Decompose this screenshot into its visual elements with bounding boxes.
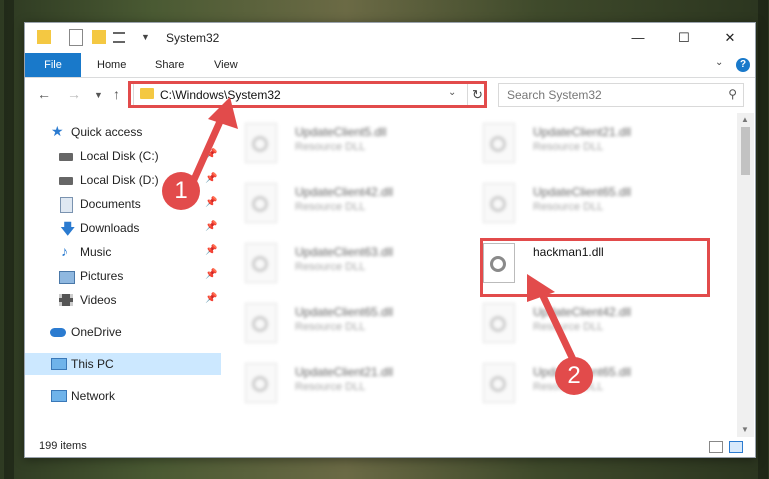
drive-icon [59, 153, 73, 161]
dll-file-icon [483, 363, 515, 403]
chevron-down-icon[interactable]: ⌄ [715, 57, 723, 68]
search-icon[interactable]: ⚲ [728, 87, 737, 101]
pin-icon[interactable]: 📌 [205, 221, 217, 232]
pin-icon[interactable]: 📌 [205, 245, 217, 256]
details-view-icon[interactable] [709, 441, 723, 453]
tab-view[interactable]: View [214, 53, 238, 77]
music-note-icon: ♪ [61, 243, 68, 259]
documents-icon [60, 197, 73, 213]
background-tree [4, 0, 14, 479]
minimize-button[interactable]: — [615, 23, 661, 53]
properties-icon[interactable] [69, 29, 83, 46]
scroll-up-icon[interactable]: ▲ [741, 115, 749, 124]
dll-file-icon [245, 303, 277, 343]
recent-locations-icon[interactable]: ▼ [94, 90, 103, 100]
file-name: UpdateClient63.dll [295, 245, 394, 259]
file-type: Resource DLL [295, 321, 366, 333]
maximize-button[interactable]: ☐ [661, 23, 707, 53]
sidebar-item-label: Local Disk (D:) [80, 173, 159, 187]
dll-file-icon [483, 123, 515, 163]
dll-file-icon [245, 243, 277, 283]
step-badge-1: 1 [162, 172, 200, 210]
file-name: UpdateClient5.dll [295, 125, 387, 139]
film-icon [59, 294, 73, 306]
tab-file[interactable]: File [25, 53, 81, 77]
list-item[interactable]: UpdateClient5.dll Resource DLL [225, 119, 445, 171]
new-folder-icon[interactable] [92, 30, 106, 44]
quick-access-menu-icon[interactable] [113, 32, 125, 43]
file-name: UpdateClient21.dll [533, 125, 632, 139]
large-icons-view-icon[interactable] [729, 441, 743, 453]
item-count: 199 items [39, 440, 87, 452]
sidebar-item-downloads[interactable]: 🡇 Downloads 📌 [25, 217, 221, 239]
monitor-icon [51, 358, 67, 370]
list-item[interactable]: UpdateClient21.dll Resource DLL [463, 119, 683, 171]
sidebar-item-music[interactable]: ♪ Music 📌 [25, 241, 221, 263]
sidebar-item-videos[interactable]: Videos 📌 [25, 289, 221, 311]
sidebar-item-onedrive[interactable]: OneDrive [25, 321, 221, 343]
list-item[interactable]: UpdateClient21.dll Resource DLL [225, 359, 445, 411]
sidebar-item-label: OneDrive [71, 325, 122, 339]
background-tree [758, 0, 768, 479]
file-type: Resource DLL [295, 261, 366, 273]
sidebar-item-network[interactable]: Network [25, 385, 221, 407]
ribbon: File Home Share View ⌄ ? [25, 53, 755, 78]
dll-file-icon [245, 363, 277, 403]
sidebar-item-label: Network [71, 389, 116, 403]
up-arrow-icon[interactable]: ↑ [113, 86, 120, 102]
sidebar-item-label: Downloads [80, 221, 140, 235]
sidebar-item-pictures[interactable]: Pictures 📌 [25, 265, 221, 287]
dll-file-icon [483, 303, 515, 343]
customize-toolbar-icon[interactable]: ▼ [141, 32, 150, 50]
drive-icon [59, 177, 73, 185]
folder-icon[interactable] [37, 30, 51, 44]
sidebar-item-label: Quick access [71, 125, 143, 139]
forward-arrow-icon[interactable]: → [67, 86, 81, 102]
tab-share[interactable]: Share [155, 53, 184, 77]
download-arrow-icon: 🡇 [60, 221, 76, 238]
sidebar-item-label: Local Disk (C:) [80, 149, 159, 163]
scrollbar-thumb[interactable] [741, 127, 750, 175]
file-name: UpdateClient42.dll [295, 185, 394, 199]
scroll-down-icon[interactable]: ▼ [741, 425, 749, 434]
sidebar-item-label: Videos [80, 293, 117, 307]
file-name: UpdateClient65.dll [533, 185, 632, 199]
cloud-icon [50, 328, 66, 337]
list-item[interactable]: UpdateClient65.dll Resource DLL [225, 299, 445, 351]
tab-home[interactable]: Home [97, 53, 126, 77]
search-placeholder: Search System32 [507, 88, 602, 102]
close-button[interactable]: ✕ [707, 23, 753, 53]
dll-file-icon [483, 183, 515, 223]
file-type: Resource DLL [295, 201, 366, 213]
sidebar-item-this-pc[interactable]: This PC [25, 353, 221, 375]
file-type: Resource DLL [295, 141, 366, 153]
sidebar-item-label: Documents [80, 197, 141, 211]
network-icon [51, 390, 67, 402]
file-type: Resource DLL [533, 141, 604, 153]
file-type: Resource DLL [533, 201, 604, 213]
list-item[interactable]: UpdateClient65.dll Resource DLL [463, 179, 683, 231]
sidebar-item-label: This PC [71, 357, 114, 371]
list-item[interactable]: UpdateClient42.dll Resource DLL [225, 179, 445, 231]
sidebar-item-label: Pictures [80, 269, 124, 283]
list-item[interactable]: UpdateClient63.dll Resource DLL [225, 239, 445, 291]
pin-icon[interactable]: 📌 [205, 269, 217, 280]
file-name: UpdateClient21.dll [295, 365, 394, 379]
file-type: Resource DLL [295, 381, 366, 393]
title-bar: ▼ System32 — ☐ ✕ [25, 23, 755, 53]
search-input[interactable]: Search System32 ⚲ [498, 83, 744, 107]
window-title: System32 [166, 31, 220, 45]
pin-icon[interactable]: 📌 [205, 293, 217, 304]
file-name: UpdateClient65.dll [295, 305, 394, 319]
help-icon[interactable]: ? [736, 58, 750, 72]
star-icon: ★ [51, 123, 64, 139]
sidebar-item-label: Music [80, 245, 112, 259]
step-badge-2: 2 [555, 357, 593, 395]
back-arrow-icon[interactable]: ← [37, 86, 51, 102]
pictures-icon [59, 271, 75, 284]
status-bar: 199 items [25, 437, 755, 457]
vertical-scrollbar[interactable]: ▲ ▼ [737, 113, 754, 437]
